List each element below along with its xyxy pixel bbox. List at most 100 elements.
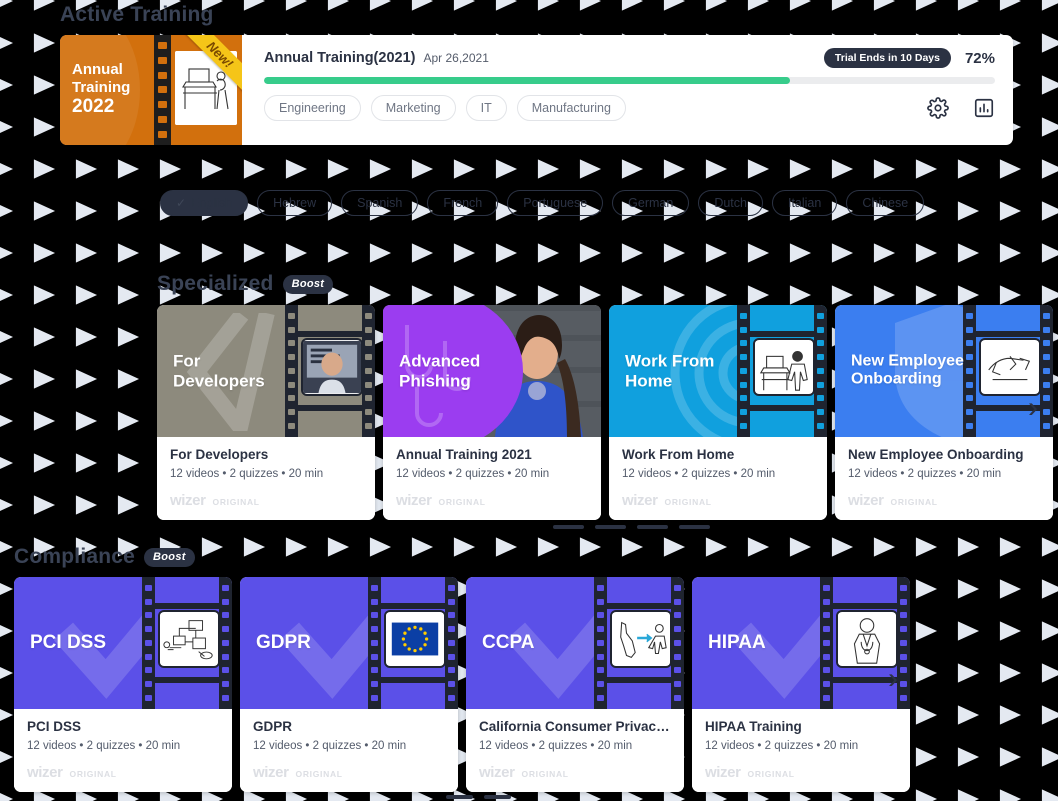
play-triangle-decoration xyxy=(0,0,14,11)
course-card[interactable]: For Developers For Developers 12 videos • … xyxy=(157,305,375,520)
progress-bar-fill xyxy=(264,77,791,84)
play-triangle-decoration xyxy=(537,159,560,179)
language-pill-label: Portuguese xyxy=(523,196,588,210)
course-title: PCI DSS xyxy=(27,719,82,734)
language-pill-english[interactable]: ✓ English xyxy=(160,190,249,216)
thumbnail-title: New Employee Onboarding xyxy=(851,352,964,388)
play-triangle-decoration xyxy=(999,747,1022,767)
language-pill-dutch[interactable]: Dutch xyxy=(698,190,763,216)
course-card[interactable]: Work From Home Work From Home 12 videos • … xyxy=(609,305,827,520)
gear-icon[interactable] xyxy=(927,97,949,119)
language-pill-spanish[interactable]: Spanish xyxy=(341,190,419,216)
play-triangle-decoration xyxy=(369,285,392,305)
language-pill-chinese[interactable]: Chinese xyxy=(846,190,925,216)
trial-status-badge: Trial Ends in 10 Days xyxy=(823,48,951,68)
play-triangle-decoration xyxy=(33,33,56,53)
language-pill-italian[interactable]: Italian xyxy=(771,190,838,216)
play-triangle-decoration xyxy=(957,201,980,221)
language-selector[interactable]: ✓ English Hebrew Spanish French Portuguese Ger… xyxy=(160,190,925,216)
play-triangle-decoration xyxy=(1041,75,1058,95)
play-triangle-decoration xyxy=(0,33,14,53)
play-triangle-decoration xyxy=(75,327,98,347)
film-sprocket-right xyxy=(671,577,684,709)
department-tag-2[interactable]: IT xyxy=(465,95,507,121)
compliance-dot-0[interactable] xyxy=(446,795,473,799)
play-triangle-decoration xyxy=(33,453,56,473)
department-tag-3[interactable]: Manufacturing xyxy=(516,95,626,121)
course-thumbnail[interactable]: Advanced Phishing xyxy=(383,305,601,437)
course-thumbnail[interactable]: Work From Home xyxy=(609,305,827,437)
play-triangle-decoration xyxy=(957,285,980,305)
course-info: GDPR 12 videos • 2 quizzes • 20 min wizer O… xyxy=(240,709,458,792)
play-triangle-decoration xyxy=(411,159,434,179)
play-triangle-decoration xyxy=(789,243,812,263)
play-triangle-decoration xyxy=(915,159,938,179)
play-triangle-decoration xyxy=(117,285,140,305)
brand-name: wizer xyxy=(170,492,206,509)
brand-subtitle: ORIGINAL xyxy=(747,769,795,779)
play-triangle-decoration xyxy=(537,243,560,263)
play-triangle-decoration xyxy=(285,243,308,263)
language-pill-hebrew[interactable]: Hebrew xyxy=(257,190,333,216)
course-thumbnail[interactable]: For Developers xyxy=(157,305,375,437)
specialized-next-arrow[interactable]: › xyxy=(1028,393,1038,423)
course-card[interactable]: CCPA California Consumer Privacy ... 12 vi… xyxy=(466,577,684,792)
specialized-dot-2[interactable] xyxy=(637,525,668,529)
play-triangle-decoration xyxy=(369,243,392,263)
play-triangle-decoration xyxy=(75,159,98,179)
play-triangle-decoration xyxy=(0,621,14,641)
language-pill-label: French xyxy=(443,196,483,210)
active-training-card[interactable]: Annual Training 2022 New! Annual Trainin… xyxy=(60,35,1013,145)
course-card[interactable]: PCI DSS PCI DSS 12 videos • 2 quizzes • 20… xyxy=(14,577,232,792)
course-thumbnail[interactable]: New Employee Onboarding xyxy=(835,305,1053,437)
play-triangle-decoration xyxy=(1041,747,1058,767)
course-thumbnail[interactable]: PCI DSS xyxy=(14,577,232,709)
play-triangle-decoration xyxy=(621,285,644,305)
course-thumbnail[interactable]: GDPR xyxy=(240,577,458,709)
play-triangle-decoration xyxy=(327,537,350,557)
language-pill-label: Italian xyxy=(787,196,822,210)
play-triangle-decoration xyxy=(915,705,938,725)
course-thumbnail[interactable]: HIPAA xyxy=(692,577,910,709)
specialized-dot-0[interactable] xyxy=(553,525,584,529)
brand-mark: wizer ORIGINAL xyxy=(848,492,1040,509)
play-triangle-decoration xyxy=(663,159,686,179)
language-pill-german[interactable]: German xyxy=(612,190,690,216)
language-pill-label: Hebrew xyxy=(273,196,317,210)
play-triangle-decoration xyxy=(327,159,350,179)
course-thumbnail[interactable]: CCPA xyxy=(466,577,684,709)
play-triangle-decoration xyxy=(663,0,686,11)
course-card[interactable]: GDPR GDPR 12 videos • 2 quizzes • 20 min wi… xyxy=(240,577,458,792)
course-card[interactable]: Advanced Phishing Annual Training 2021 12 … xyxy=(383,305,601,520)
language-pill-portuguese[interactable]: Portuguese xyxy=(507,190,604,216)
compliance-dot-1[interactable] xyxy=(484,795,511,799)
thumbnail-title: PCI DSS xyxy=(30,632,107,654)
course-card[interactable]: HIPAA HIPAA Training 12 videos • 2 quizzes… xyxy=(692,577,910,792)
compliance-next-arrow[interactable]: › xyxy=(888,664,898,694)
film-strip xyxy=(285,305,375,437)
play-triangle-decoration xyxy=(705,159,728,179)
play-triangle-decoration xyxy=(747,537,770,557)
brand-mark: wizer ORIGINAL xyxy=(170,492,362,509)
play-triangle-decoration xyxy=(579,537,602,557)
compliance-pagination[interactable] xyxy=(446,795,511,799)
course-card[interactable]: New Employee Onboarding New Employee Onbo… xyxy=(835,305,1053,520)
thumbnail-title: HIPAA xyxy=(708,632,766,654)
play-triangle-decoration xyxy=(789,537,812,557)
course-info: California Consumer Privacy ... 12 videos… xyxy=(466,709,684,792)
brand-mark: wizer ORIGINAL xyxy=(622,492,814,509)
specialized-pagination[interactable] xyxy=(553,525,710,529)
language-pill-label: German xyxy=(628,196,674,210)
department-tag-1[interactable]: Marketing xyxy=(370,95,456,121)
brand-subtitle: ORIGINAL xyxy=(438,497,486,507)
bar-chart-icon[interactable] xyxy=(973,97,995,119)
film-sprocket-right xyxy=(362,305,375,437)
play-triangle-decoration xyxy=(0,159,14,179)
specialized-dot-3[interactable] xyxy=(679,525,710,529)
course-meta: 12 videos • 2 quizzes • 20 min xyxy=(253,740,407,752)
department-tag-0[interactable]: Engineering xyxy=(264,95,361,121)
specialized-dot-1[interactable] xyxy=(595,525,626,529)
language-pill-french[interactable]: French xyxy=(427,190,499,216)
play-triangle-decoration xyxy=(831,159,854,179)
brand-subtitle: ORIGINAL xyxy=(521,769,569,779)
